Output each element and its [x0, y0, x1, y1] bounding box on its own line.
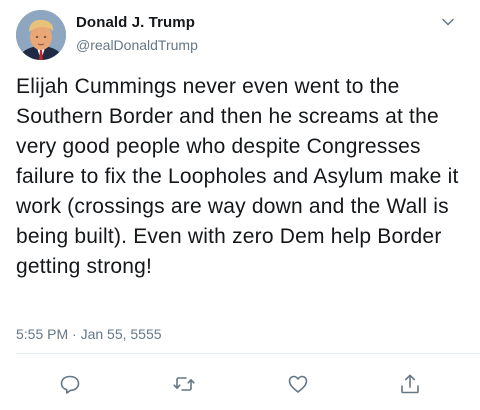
share-button[interactable] [398, 372, 422, 396]
chevron-down-icon[interactable] [440, 14, 456, 30]
share-icon [401, 374, 419, 394]
reply-icon [60, 375, 80, 394]
tweet-actions [0, 372, 480, 398]
tweet-card: Donald J. Trump @realDonaldTrump Elijah … [0, 0, 480, 410]
author-handle[interactable]: @realDonaldTrump [76, 37, 198, 53]
avatar[interactable] [16, 10, 66, 60]
tweet-timestamp[interactable]: 5:55 PM · Jan 55, 5555 [16, 326, 162, 342]
like-button[interactable] [286, 372, 310, 396]
retweet-icon [173, 377, 195, 391]
author-display-name[interactable]: Donald J. Trump [76, 14, 195, 31]
heart-icon [288, 375, 308, 393]
divider [16, 353, 480, 354]
avatar-image [16, 10, 66, 60]
tweet-text: Elijah Cummings never even went to the S… [16, 75, 459, 278]
retweet-button[interactable] [172, 372, 196, 396]
reply-button[interactable] [58, 372, 82, 396]
